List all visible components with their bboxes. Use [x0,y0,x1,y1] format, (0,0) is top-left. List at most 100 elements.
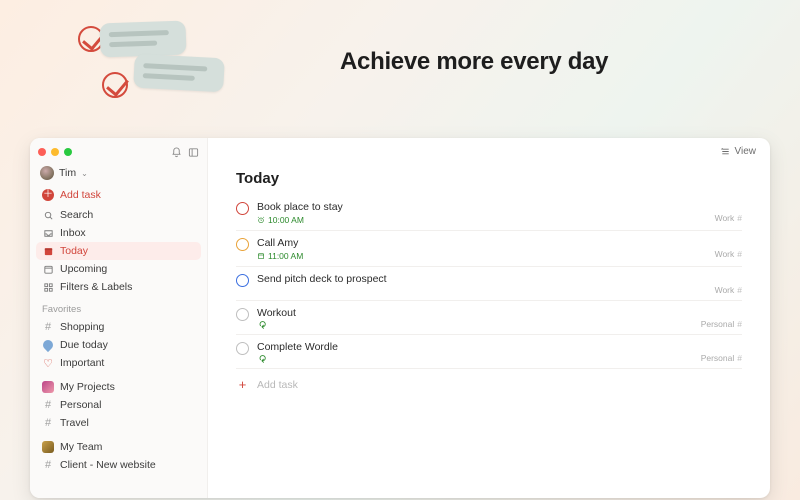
task-checkbox[interactable] [236,202,249,215]
project-label: Personal [60,399,101,411]
window-titlebar [30,144,207,162]
recurring-icon: ⟳ [257,321,265,329]
task-meta: ⟳ [257,355,693,363]
nav-today[interactable]: Today [36,242,201,260]
task-body: Book place to stay10:00 AM [257,201,707,225]
project-travel[interactable]: # Travel [36,414,201,432]
favorite-label: Due today [60,339,108,351]
app-window: Tim ⌄ ＋ Add task Search Inbox [30,138,770,498]
task-name: Complete Wordle [257,341,693,353]
projects-list: My Projects # Personal # Travel My Team … [30,378,207,474]
projects-header-label: My Team [60,441,102,453]
task-time: 10:00 AM [268,215,304,225]
grid-icon [42,281,54,293]
task-meta: ⟳ [257,321,693,329]
view-options-icon[interactable]: View [720,146,757,157]
task-name: Send pitch deck to prospect [257,273,707,285]
task-row[interactable]: Call Amy11:00 AM Work# [236,231,742,267]
workspace-icon [42,381,54,393]
user-name-label: Tim [59,167,76,179]
inline-add-task[interactable]: + Add task [236,369,742,400]
main-panel: View Today Book place to stay10:00 AM Wor… [208,138,770,498]
view-button-label: View [735,146,757,157]
task-checkbox[interactable] [236,342,249,355]
window-minimize-button[interactable] [51,148,59,156]
task-project-link[interactable]: Personal# [701,341,742,363]
task-row[interactable]: Complete Wordle ⟳ Personal# [236,335,742,369]
task-project-link[interactable]: Work# [715,237,742,259]
nav-label: Upcoming [60,263,107,275]
hash-icon: # [42,459,54,471]
task-meta: 11:00 AM [257,251,707,261]
nav-label: Filters & Labels [60,281,132,293]
chevron-down-icon: ⌄ [81,169,88,178]
task-name: Workout [257,307,693,319]
task-project-label: Work [715,249,735,259]
projects-header-my-team[interactable]: My Team [36,438,201,456]
recurring-icon: ⟳ [257,355,265,363]
hash-icon: # [737,213,742,223]
hero-illustration [46,22,236,122]
alarm-icon [257,216,265,224]
account-switcher[interactable]: Tim ⌄ [30,162,207,186]
task-body: Send pitch deck to prospect [257,273,707,285]
sidebar: Tim ⌄ ＋ Add task Search Inbox [30,138,208,498]
hash-icon: # [737,285,742,295]
add-task-button[interactable]: ＋ Add task [36,186,201,204]
calendar-icon [42,263,54,275]
projects-header-my-projects[interactable]: My Projects [36,378,201,396]
window-zoom-button[interactable] [64,148,72,156]
task-checkbox[interactable] [236,308,249,321]
plus-icon: + [236,377,249,392]
nav-upcoming[interactable]: Upcoming [36,260,201,278]
calendar-icon [257,252,265,260]
heart-icon: ♡ [42,357,54,369]
project-personal[interactable]: # Personal [36,396,201,414]
task-checkbox[interactable] [236,274,249,287]
task-project-link[interactable]: Work# [715,273,742,295]
task-time: 11:00 AM [268,251,303,261]
task-row[interactable]: Workout ⟳ Personal# [236,301,742,335]
add-task-label: Add task [257,379,298,391]
add-task-label: Add task [60,189,101,201]
task-body: Complete Wordle ⟳ [257,341,693,363]
workspace-icon [42,441,54,453]
search-icon [42,209,54,221]
notifications-icon[interactable] [170,146,182,158]
nav-label: Today [60,245,88,257]
plus-icon: ＋ [42,189,54,201]
window-close-button[interactable] [38,148,46,156]
projects-header-label: My Projects [60,381,115,393]
favorite-shopping[interactable]: # Shopping [36,318,201,336]
hash-icon: # [737,249,742,259]
task-row[interactable]: Send pitch deck to prospect Work# [236,267,742,301]
task-project-label: Personal [701,319,735,329]
hash-icon: # [737,319,742,329]
task-body: Call Amy11:00 AM [257,237,707,261]
calendar-today-icon [42,245,54,257]
task-checkbox[interactable] [236,238,249,251]
favorite-due-today[interactable]: Due today [36,336,201,354]
favorite-label: Important [60,357,104,369]
favorites-list: # Shopping Due today ♡ Important [30,318,207,372]
project-client-new-website[interactable]: # Client - New website [36,456,201,474]
nav-inbox[interactable]: Inbox [36,224,201,242]
nav-search[interactable]: Search [36,206,201,224]
hash-icon: # [42,321,54,333]
task-project-label: Work [715,285,735,295]
main-toolbar: View [208,138,770,164]
task-project-link[interactable]: Work# [715,201,742,223]
nav-filters-labels[interactable]: Filters & Labels [36,278,201,296]
task-project-link[interactable]: Personal# [701,307,742,329]
hash-icon: # [42,417,54,429]
task-project-label: Work [715,213,735,223]
hash-icon: # [42,399,54,411]
project-label: Travel [60,417,89,429]
favorite-important[interactable]: ♡ Important [36,354,201,372]
task-row[interactable]: Book place to stay10:00 AM Work# [236,195,742,231]
hero-heading: Achieve more every day [340,48,608,76]
toggle-sidebar-icon[interactable] [187,146,199,158]
inbox-icon [42,227,54,239]
page-title: Today [236,164,742,195]
favorite-label: Shopping [60,321,104,333]
